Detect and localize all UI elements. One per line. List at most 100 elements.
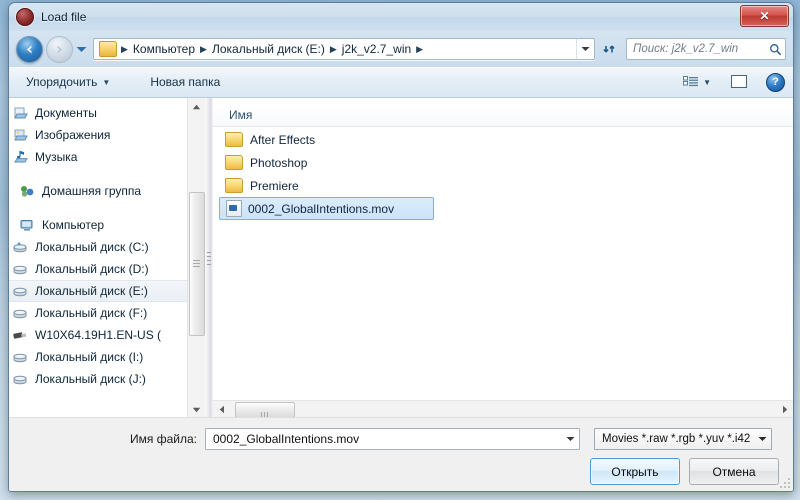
hscrollbar-thumb[interactable] [235, 402, 295, 418]
chevron-down-icon [76, 46, 87, 52]
breadcrumb-drive-e[interactable]: Локальный диск (E:) [209, 42, 328, 56]
view-list-icon [683, 75, 699, 86]
document-library-icon [12, 106, 29, 121]
refresh-icon [602, 45, 615, 52]
resize-grip[interactable] [780, 478, 790, 488]
help-button[interactable]: ? [766, 72, 785, 92]
breadcrumb-separator: ▶ [329, 43, 337, 54]
pictures-library-icon [12, 128, 29, 143]
breadcrumb-separator: ▶ [416, 43, 424, 54]
scroll-right-button[interactable] [776, 401, 793, 418]
open-button[interactable]: Открыть [590, 458, 680, 485]
list-item[interactable]: Premiere [213, 174, 793, 197]
sidebar-item-drive-d[interactable]: Локальный диск (D:) [9, 258, 187, 280]
forward-button[interactable] [46, 35, 73, 63]
list-item[interactable]: Photoshop [213, 151, 793, 174]
chevron-down-icon[interactable] [562, 436, 579, 442]
organize-button[interactable]: Упорядочить ▼ [17, 71, 119, 93]
navigation-list: Документы Изображения Музыка Домашняя гр… [9, 98, 187, 390]
titlebar: Load file [9, 3, 793, 31]
list-item[interactable]: After Effects [213, 128, 793, 151]
search-icon [765, 43, 785, 56]
list-item-selected[interactable]: 0002_GlobalIntentions.mov [219, 197, 434, 220]
chevron-left-icon [219, 405, 224, 414]
scrollbar-thumb[interactable] [189, 192, 205, 336]
sidebar-label: Локальный диск (C:) [35, 240, 149, 254]
close-button[interactable]: ✕ [740, 5, 789, 27]
navigation-bar: ▶ Компьютер ▶ Локальный диск (E:) ▶ j2k_… [9, 31, 793, 67]
refresh-button[interactable] [597, 37, 623, 61]
sidebar-item-computer[interactable]: Компьютер [9, 214, 187, 236]
scroll-up-button[interactable] [188, 98, 205, 115]
chevron-down-icon [192, 407, 201, 412]
filename-input[interactable]: 0002_GlobalIntentions.mov [206, 432, 562, 446]
content-panes: Документы Изображения Музыка Домашняя гр… [9, 98, 793, 418]
preview-pane-button[interactable] [724, 71, 754, 93]
sidebar-item-usb-drive[interactable]: W10X64.19H1.EN-US ( [9, 324, 187, 346]
sidebar-item-drive-i[interactable]: Локальный диск (I:) [9, 346, 187, 368]
filename-combobox[interactable]: 0002_GlobalIntentions.mov [205, 428, 580, 450]
recent-pages-button[interactable] [75, 37, 88, 61]
forward-arrow-icon [57, 45, 62, 53]
folder-icon [225, 178, 243, 193]
sidebar-item-drive-f[interactable]: Локальный диск (F:) [9, 302, 187, 324]
drive-icon [12, 372, 29, 387]
breadcrumb-separator: ▶ [200, 43, 207, 54]
sidebar-label: Локальный диск (E:) [35, 284, 148, 298]
sidebar-label: Локальный диск (I:) [35, 350, 144, 364]
scroll-down-button[interactable] [188, 401, 205, 418]
cancel-button[interactable]: Отмена [689, 458, 779, 485]
sidebar-item-pictures[interactable]: Изображения [9, 124, 187, 146]
breadcrumb-computer[interactable]: Компьютер [130, 42, 198, 56]
system-drive-icon [12, 240, 29, 255]
scrollbar-grip [193, 260, 200, 269]
sidebar-item-drive-j[interactable]: Локальный диск (J:) [9, 368, 187, 390]
new-folder-button[interactable]: Новая папка [141, 71, 229, 93]
column-header-name: Имя [229, 108, 253, 122]
dialog-footer: Имя файла: 0002_GlobalIntentions.mov Mov… [9, 417, 793, 491]
navigation-pane: Документы Изображения Музыка Домашняя гр… [9, 98, 205, 418]
column-header-row[interactable]: Имя [213, 104, 793, 127]
pane-splitter[interactable] [205, 98, 213, 418]
breadcrumb-separator: ▶ [121, 43, 128, 54]
file-type-value: Movies *.raw *.rgb *.yuv *.i42 [602, 433, 751, 445]
sidebar-item-music[interactable]: Музыка [9, 146, 187, 168]
sidebar-item-documents[interactable]: Документы [9, 102, 187, 124]
search-box[interactable]: Поиск: j2k_v2.7_win [626, 38, 786, 60]
load-file-dialog: Load file ✕ ▶ Компьютер ▶ Локальный диск… [8, 2, 794, 492]
usb-drive-icon [12, 328, 29, 343]
drive-icon [12, 262, 29, 277]
address-dropdown-button[interactable] [576, 39, 594, 59]
sidebar-item-homegroup[interactable]: Домашняя группа [9, 180, 187, 202]
sidebar-label: Компьютер [42, 218, 105, 232]
address-bar[interactable]: ▶ Компьютер ▶ Локальный диск (E:) ▶ j2k_… [93, 38, 595, 60]
sidebar-scrollbar[interactable] [187, 98, 205, 418]
dialog-buttons: Открыть Отмена [590, 458, 779, 485]
splitter-grip [207, 252, 211, 268]
sidebar-item-drive-c[interactable]: Локальный диск (C:) [9, 236, 187, 258]
cancel-label: Отмена [712, 464, 756, 479]
file-list-hscrollbar[interactable] [213, 400, 793, 418]
help-label: ? [772, 76, 779, 88]
search-input[interactable]: Поиск: j2k_v2.7_win [627, 43, 765, 55]
organize-label: Упорядочить [26, 75, 98, 89]
chevron-down-icon[interactable] [754, 436, 771, 442]
breadcrumb-folder[interactable]: j2k_v2.7_win [339, 42, 414, 56]
drive-icon [12, 284, 29, 299]
sidebar-label: Локальный диск (F:) [35, 306, 148, 320]
file-type-combobox[interactable]: Movies *.raw *.rgb *.yuv *.i42 [594, 428, 772, 450]
filename-label: Имя файла: [130, 432, 197, 446]
sidebar-label: Локальный диск (J:) [35, 372, 146, 386]
toolbar: Упорядочить ▼ Новая папка ▼ ? [9, 67, 793, 98]
scroll-left-button[interactable] [213, 401, 230, 418]
sidebar-label: Локальный диск (D:) [35, 262, 149, 276]
back-button[interactable] [16, 35, 43, 63]
file-list-pane: Имя After Effects Photoshop Premiere 000… [213, 98, 793, 418]
file-list: After Effects Photoshop Premiere 0002_Gl… [213, 128, 793, 394]
folder-icon [99, 41, 117, 57]
sidebar-item-drive-e[interactable]: Локальный диск (E:) [9, 280, 187, 302]
chevron-right-icon [782, 405, 787, 414]
file-name: After Effects [250, 132, 316, 147]
view-mode-button[interactable]: ▼ [678, 72, 716, 93]
